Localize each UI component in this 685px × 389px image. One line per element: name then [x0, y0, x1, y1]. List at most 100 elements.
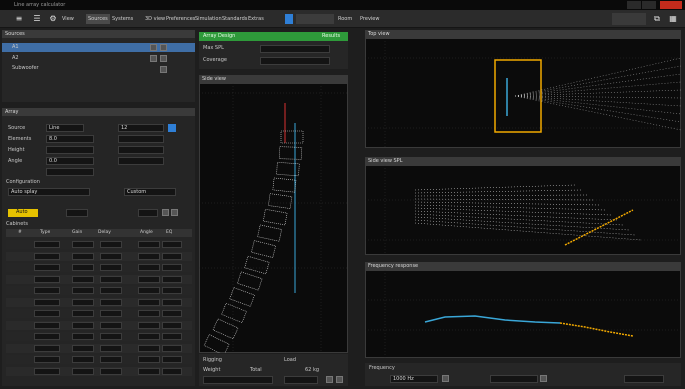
table-cell-field[interactable] — [100, 321, 122, 329]
time-field[interactable] — [296, 14, 334, 24]
toolbar-item-standards[interactable]: Standards — [222, 14, 247, 24]
toolbar-item-preferences[interactable]: Preferences — [166, 14, 195, 24]
band-field[interactable] — [490, 375, 538, 383]
table-cell-field[interactable] — [162, 367, 182, 375]
table-cell-field[interactable] — [34, 344, 60, 352]
frequency-field[interactable]: 1000 Hz — [390, 375, 438, 383]
table-cell-field[interactable] — [100, 241, 122, 248]
table-cell-field[interactable] — [162, 287, 182, 294]
table-cell-field[interactable] — [34, 310, 60, 317]
lock-toggle[interactable] — [160, 66, 167, 73]
add-button[interactable] — [162, 209, 169, 216]
table-cell-field[interactable] — [162, 275, 182, 283]
load-select[interactable] — [284, 376, 318, 384]
visibility-toggle[interactable] — [150, 55, 157, 62]
table-cell-field[interactable] — [72, 333, 94, 340]
table-cell-field[interactable] — [72, 367, 94, 375]
settings-icon[interactable]: ⚙ — [48, 14, 58, 24]
table-cell-field[interactable] — [72, 321, 94, 329]
table-cell-field[interactable] — [138, 356, 160, 363]
max-angle-field[interactable] — [138, 209, 158, 217]
table-cell-field[interactable] — [72, 264, 94, 271]
table-cell-field[interactable] — [162, 264, 182, 271]
table-cell-field[interactable] — [72, 298, 94, 306]
table-cell-field[interactable] — [100, 275, 122, 283]
depth-field[interactable] — [46, 146, 94, 154]
table-cell-field[interactable] — [138, 367, 160, 375]
next-button[interactable] — [336, 376, 343, 383]
band-apply-button[interactable] — [540, 375, 547, 382]
lock-toggle[interactable] — [160, 55, 167, 62]
toolbar-item-simulation[interactable]: Simulation — [195, 14, 222, 24]
table-cell-field[interactable] — [34, 241, 60, 248]
table-cell-field[interactable] — [34, 356, 60, 363]
table-cell-field[interactable] — [72, 275, 94, 283]
table-cell-field[interactable] — [34, 321, 60, 329]
account-button[interactable] — [612, 13, 646, 25]
info2-field[interactable] — [260, 57, 330, 65]
source-select[interactable]: Line — [46, 124, 84, 132]
table-cell-field[interactable] — [138, 264, 160, 271]
table-cell-field[interactable] — [138, 310, 160, 317]
table-cell-field[interactable] — [162, 298, 182, 306]
table-cell-field[interactable] — [162, 333, 182, 340]
table-cell-field[interactable] — [34, 252, 60, 260]
rigging-select[interactable] — [203, 376, 273, 384]
table-cell-field[interactable] — [162, 241, 182, 248]
table-cell-field[interactable] — [34, 287, 60, 294]
table-cell-field[interactable] — [72, 356, 94, 363]
table-cell-field[interactable] — [100, 264, 122, 271]
info1-field[interactable] — [260, 45, 330, 53]
table-cell-field[interactable] — [100, 252, 122, 260]
table-cell-field[interactable] — [100, 287, 122, 294]
toolbar-item-systems[interactable]: Systems — [112, 14, 133, 24]
table-cell-field[interactable] — [72, 252, 94, 260]
frequency-apply-button[interactable] — [442, 375, 449, 382]
lock-toggle[interactable] — [160, 44, 167, 51]
tilt-field[interactable] — [118, 157, 164, 165]
table-cell-field[interactable] — [162, 310, 182, 317]
table-cell-field[interactable] — [100, 344, 122, 352]
table-cell-field[interactable] — [34, 264, 60, 271]
toolbar-item-sources[interactable]: Sources — [86, 14, 110, 24]
table-cell-field[interactable] — [100, 367, 122, 375]
table-cell-field[interactable] — [138, 321, 160, 329]
table-cell-field[interactable] — [72, 287, 94, 294]
prev-button[interactable] — [326, 376, 333, 383]
angle-field[interactable]: 0.0 — [46, 157, 94, 165]
table-cell-field[interactable] — [162, 252, 182, 260]
table-cell-field[interactable] — [138, 333, 160, 340]
open-icon[interactable]: ☰ — [32, 14, 42, 24]
table-cell-field[interactable] — [138, 241, 160, 248]
toolbar-item-extras[interactable]: Extras — [248, 14, 264, 24]
table-cell-field[interactable] — [162, 356, 182, 363]
table-cell-field[interactable] — [72, 344, 94, 352]
table-cell-field[interactable] — [138, 344, 160, 352]
new-icon[interactable]: ≡ — [14, 14, 24, 24]
table-cell-field[interactable] — [100, 333, 122, 340]
table-cell-field[interactable] — [100, 356, 122, 363]
table-cell-field[interactable] — [138, 287, 160, 294]
maximize-button[interactable] — [642, 1, 656, 9]
table-cell-field[interactable] — [138, 275, 160, 283]
table-cell-field[interactable] — [34, 275, 60, 283]
height-field[interactable]: 8.0 — [46, 135, 94, 143]
elements-field[interactable]: 12 — [118, 124, 164, 132]
play-button[interactable] — [285, 14, 293, 24]
table-cell-field[interactable] — [100, 310, 122, 317]
visibility-toggle[interactable] — [150, 44, 157, 51]
table-cell-field[interactable] — [162, 344, 182, 352]
configuration-select[interactable]: Auto splay — [8, 188, 90, 196]
table-cell-field[interactable] — [100, 298, 122, 306]
minimize-button[interactable] — [627, 1, 641, 9]
width-field[interactable] — [118, 135, 164, 143]
table-cell-field[interactable] — [72, 310, 94, 317]
grid-icon[interactable]: ▦ — [668, 14, 678, 24]
extra-field[interactable] — [46, 168, 94, 176]
table-cell-field[interactable] — [138, 298, 160, 306]
preset-select[interactable]: Custom — [124, 188, 176, 196]
toolbar-item-view[interactable]: View — [62, 14, 74, 24]
table-cell-field[interactable] — [34, 333, 60, 340]
table-cell-field[interactable] — [138, 252, 160, 260]
min-angle-field[interactable] — [66, 209, 88, 217]
